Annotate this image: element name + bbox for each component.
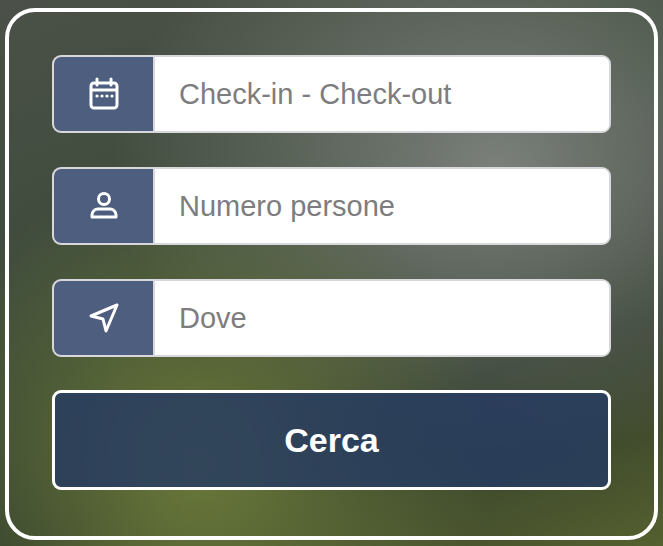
search-card: Cerca: [5, 8, 658, 540]
search-field: [52, 279, 611, 357]
search-field: [52, 55, 611, 133]
icon-box: [54, 57, 155, 131]
calendar-icon: [84, 74, 124, 114]
icon-box: [54, 169, 155, 243]
guests-input[interactable]: [155, 169, 609, 243]
icon-box: [54, 281, 155, 355]
location-input[interactable]: [155, 281, 609, 355]
navigation-icon: [84, 298, 124, 338]
search-button[interactable]: Cerca: [52, 390, 611, 490]
person-icon: [84, 186, 124, 226]
search-field: [52, 167, 611, 245]
dates-input[interactable]: [155, 57, 609, 131]
